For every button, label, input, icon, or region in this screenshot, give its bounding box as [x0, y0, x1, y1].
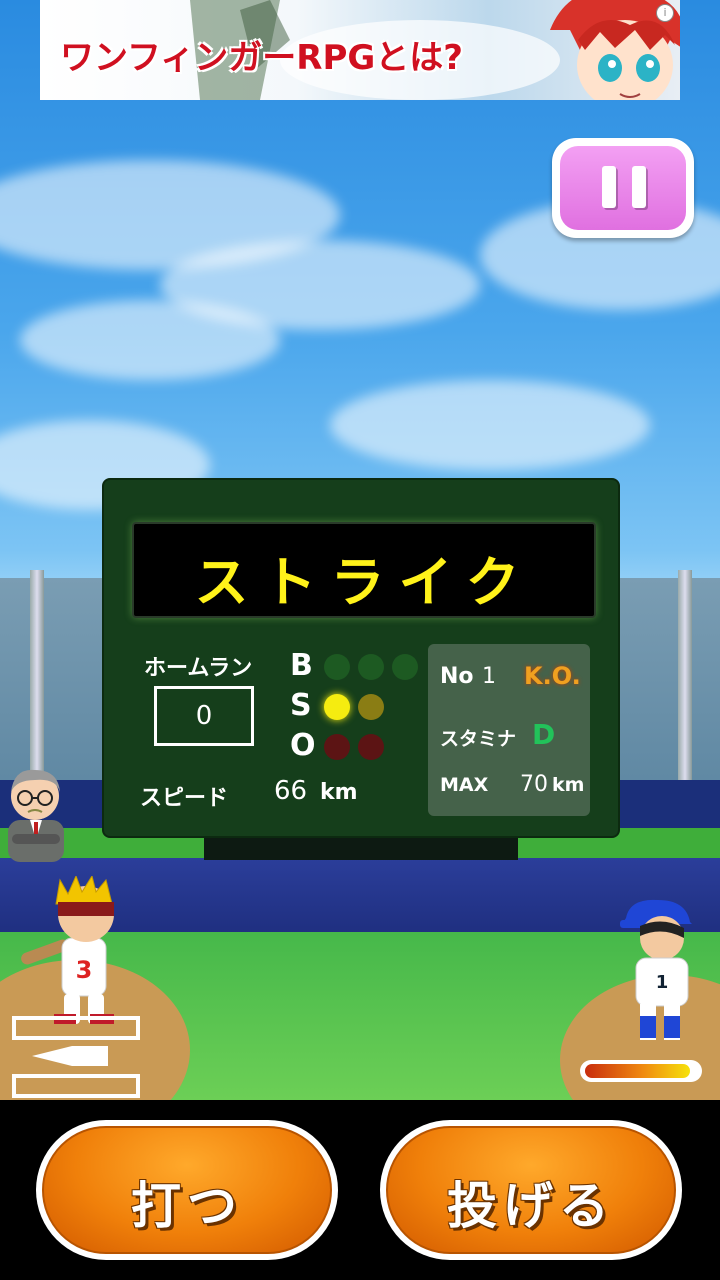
hit-button-label: 打つ [131, 1177, 243, 1235]
out-lamp [358, 734, 384, 760]
swing-guide-icon [12, 1016, 140, 1098]
homerun-label: ホームラン [144, 656, 253, 681]
pitcher-no-label: No [440, 664, 474, 689]
scoreboard: ストライク ホームラン 0 スピード 66 km B S O No 1 K.O.… [104, 480, 618, 836]
pitcher-info-panel: No 1 K.O. スタミナ D MAX 70 km [428, 644, 590, 816]
speed-unit: km [320, 780, 358, 805]
max-speed-unit: km [552, 774, 585, 796]
pitcher-status: K.O. [524, 662, 581, 690]
ball-lamp [358, 654, 384, 680]
ball-lamp [324, 654, 350, 680]
ad-headline: ワンフィンガーRPGとは? [60, 38, 464, 78]
pitcher-number: 1 [656, 972, 669, 993]
strike-lamp [324, 694, 350, 720]
throw-button-label: 投げる [447, 1177, 615, 1235]
throw-button[interactable]: 投げる [380, 1120, 682, 1260]
speed-label: スピード [140, 786, 229, 811]
ball-lamp [392, 654, 418, 680]
ad-banner[interactable]: ワンフィンガーRPGとは? i [40, 0, 680, 100]
homerun-count: 0 [154, 686, 254, 746]
speed-value: 66 [274, 776, 308, 806]
max-speed-label: MAX [440, 774, 489, 796]
hit-button-face: 打つ [42, 1126, 332, 1254]
manager-character [8, 769, 64, 862]
hit-button[interactable]: 打つ [36, 1120, 338, 1260]
ball-label: B [290, 648, 313, 683]
out-lamp [324, 734, 350, 760]
message-text: ストライク [194, 551, 534, 614]
pitcher-character: 1 [620, 899, 692, 1040]
stamina-label: スタミナ [440, 728, 517, 750]
pause-bar-right [632, 166, 646, 208]
out-label: O [290, 728, 316, 763]
light-pole [678, 570, 692, 785]
cloud [20, 300, 280, 380]
max-speed-value: 70 [520, 772, 548, 797]
batter-character: 3 [21, 876, 114, 1024]
throw-button-face: 投げる [386, 1126, 676, 1254]
light-pole [30, 570, 44, 785]
strike-lamp [358, 694, 384, 720]
pitcher-no-value: 1 [482, 664, 496, 689]
cloud [330, 380, 650, 470]
scoreboard-base [204, 836, 518, 860]
ad-info-icon[interactable]: i [656, 4, 674, 22]
pause-icon [560, 146, 686, 230]
strike-label: S [290, 688, 312, 723]
batter-number: 3 [76, 956, 93, 984]
pause-button[interactable] [552, 138, 694, 238]
stamina-fill [585, 1064, 690, 1078]
pitcher-stamina-bar [580, 1060, 702, 1082]
pause-bar-left [602, 166, 616, 208]
message-display: ストライク [132, 522, 596, 618]
stamina-grade: D [532, 718, 556, 751]
